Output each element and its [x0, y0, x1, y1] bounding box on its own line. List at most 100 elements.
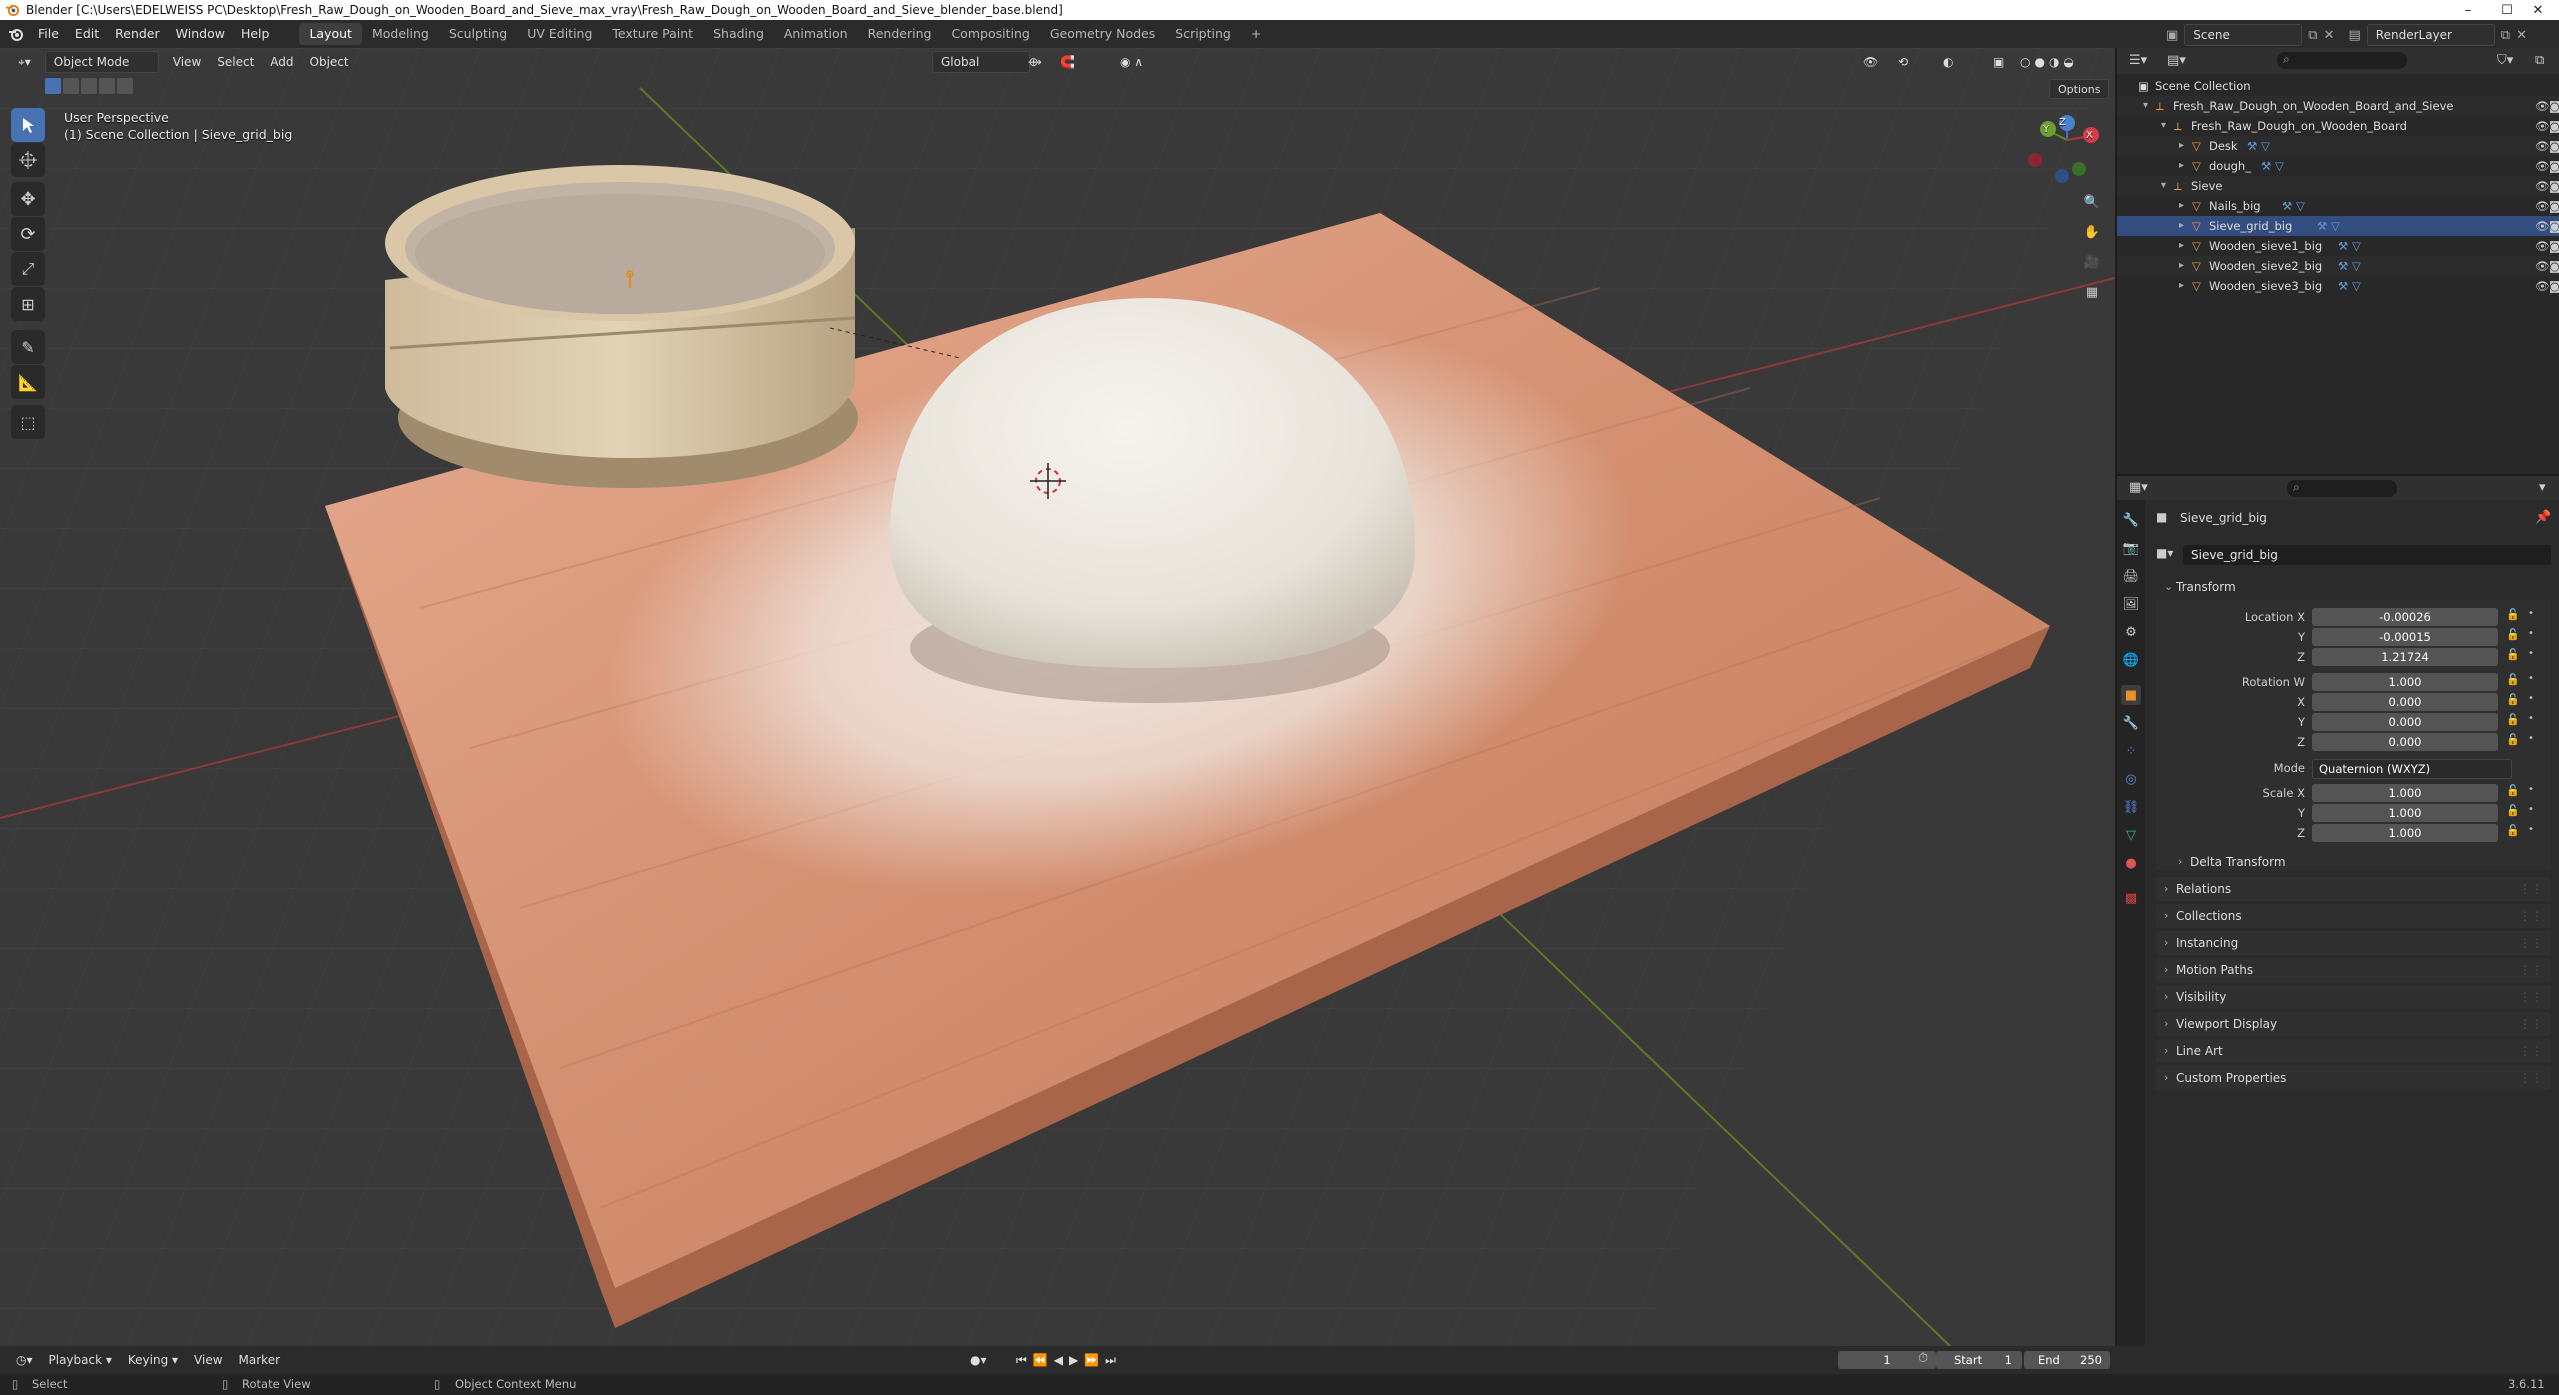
- outliner-row[interactable]: ▣ Scene Collection: [2117, 76, 2559, 96]
- select-intersect-icon[interactable]: [117, 78, 133, 94]
- keyframe-dot-icon[interactable]: •: [2528, 713, 2534, 724]
- playback-controls[interactable]: ⏮⏪◀▶⏩⏭: [1008, 1350, 1130, 1370]
- outliner-row[interactable]: ▸ ▽ Sieve_grid_big ⚒ ▽ 👁 ◙: [2117, 216, 2559, 236]
- drag-handle-icon[interactable]: ⋮⋮: [2519, 1012, 2543, 1036]
- lock-icon[interactable]: 🔓: [2506, 784, 2520, 797]
- expand-arrow-icon[interactable]: ▸: [2179, 256, 2184, 276]
- xray-icon[interactable]: ▣: [1985, 52, 2012, 72]
- timeline-playback-menu[interactable]: Playback ▾: [41, 1350, 120, 1370]
- menu-view[interactable]: View: [165, 52, 209, 72]
- record-icon[interactable]: ●▾: [962, 1350, 995, 1370]
- visibility-eye-icon[interactable]: 👁: [2535, 116, 2550, 136]
- proportional-edit-icon[interactable]: ◉ ∧: [1112, 52, 1151, 72]
- cursor-tool[interactable]: [11, 143, 45, 177]
- delta-transform-header[interactable]: › Delta Transform: [2170, 851, 2545, 873]
- tab-modeling[interactable]: Modeling: [362, 23, 439, 45]
- outliner-row[interactable]: ▸ ▽ Desk ⚒ ▽ 👁 ◙: [2117, 136, 2559, 156]
- drag-handle-icon[interactable]: ⋮⋮: [2519, 904, 2543, 928]
- rotation-x-field[interactable]: 0.000: [2312, 693, 2498, 711]
- menu-window[interactable]: Window: [168, 20, 233, 48]
- menu-object[interactable]: Object: [302, 52, 357, 72]
- overlay-toggle-icon[interactable]: ◐: [1935, 52, 1961, 72]
- tab-shading[interactable]: Shading: [703, 23, 774, 45]
- tab-scripting[interactable]: Scripting: [1165, 23, 1241, 45]
- modifier-data-icons[interactable]: ⚒ ▽: [2338, 276, 2361, 296]
- panel-header-custom-properties[interactable]: › Custom Properties ⋮⋮: [2156, 1066, 2551, 1090]
- rotation-z-field[interactable]: 0.000: [2312, 733, 2498, 751]
- measure-tool[interactable]: 📐: [11, 365, 45, 399]
- transform-tool[interactable]: ⊞: [11, 287, 45, 321]
- render-camera-icon[interactable]: ◙: [2549, 176, 2559, 196]
- gizmo-toggle-icon[interactable]: ⟲: [1890, 52, 1916, 72]
- keyframe-dot-icon[interactable]: •: [2528, 804, 2534, 815]
- visibility-eye-icon[interactable]: 👁: [2535, 156, 2550, 176]
- panel-header-viewport-display[interactable]: › Viewport Display ⋮⋮: [2156, 1012, 2551, 1036]
- visibility-eye-icon[interactable]: 👁: [2535, 276, 2550, 296]
- modifier-data-icons[interactable]: ⚒ ▽: [2261, 156, 2284, 176]
- render-camera-icon[interactable]: ◙: [2549, 196, 2559, 216]
- tool-tab-icon[interactable]: 🔧: [2121, 510, 2141, 530]
- editor-type-icon[interactable]: ⌖▾: [10, 52, 39, 72]
- outliner-row[interactable]: ▸ ▽ Wooden_sieve2_big ⚒ ▽ 👁 ◙: [2117, 256, 2559, 276]
- outliner-row[interactable]: ▾ ⟂ Fresh_Raw_Dough_on_Wooden_Board_and_Si…: [2117, 96, 2559, 116]
- keyframe-dot-icon[interactable]: •: [2528, 733, 2534, 744]
- timeline-view-menu[interactable]: View: [186, 1350, 230, 1370]
- drag-handle-icon[interactable]: ⋮⋮: [2519, 958, 2543, 982]
- timeline-marker-menu[interactable]: Marker: [231, 1350, 288, 1370]
- drag-handle-icon[interactable]: ⋮⋮: [2519, 1039, 2543, 1063]
- render-camera-icon[interactable]: ◙: [2549, 236, 2559, 256]
- blender-menu-icon[interactable]: [8, 26, 24, 42]
- menu-add[interactable]: Add: [262, 52, 301, 72]
- object-tab-icon[interactable]: ■: [2121, 685, 2141, 705]
- lock-icon[interactable]: 🔓: [2506, 824, 2520, 837]
- material-tab-icon[interactable]: ●: [2121, 853, 2141, 873]
- keyframe-dot-icon[interactable]: •: [2528, 673, 2534, 684]
- annotate-tool[interactable]: ✎: [11, 330, 45, 364]
- zoom-icon[interactable]: 🔍: [2081, 195, 2103, 217]
- new-layer-icon[interactable]: ⧉: [2501, 28, 2510, 43]
- properties-search-input[interactable]: ⌕: [2287, 480, 2397, 497]
- tab-texture-paint[interactable]: Texture Paint: [602, 23, 703, 45]
- outliner-row[interactable]: ▾ ⟂ Fresh_Raw_Dough_on_Wooden_Board 👁 ◙: [2117, 116, 2559, 136]
- drag-handle-icon[interactable]: ⋮⋮: [2519, 1066, 2543, 1090]
- location-x-field[interactable]: -0.00026: [2312, 608, 2498, 626]
- lock-icon[interactable]: 🔓: [2506, 608, 2520, 621]
- rotation-y-field[interactable]: 0.000: [2312, 713, 2498, 731]
- outliner-row[interactable]: ▸ ▽ Nails_big ⚒ ▽ 👁 ◙: [2117, 196, 2559, 216]
- collapse-arrow-icon[interactable]: ▾: [2161, 116, 2166, 136]
- rotation-mode-dropdown[interactable]: Quaternion (WXYZ): [2312, 759, 2512, 779]
- visibility-eye-icon[interactable]: 👁: [2535, 176, 2550, 196]
- visibility-eye-icon[interactable]: 👁: [2535, 136, 2550, 156]
- shading-modes[interactable]: ○●◑◒: [2012, 52, 2086, 72]
- pin-icon[interactable]: 📌: [2535, 510, 2551, 525]
- orientation-selector[interactable]: Global: [932, 51, 1030, 73]
- tab-layout[interactable]: Layout: [299, 23, 362, 45]
- pan-hand-icon[interactable]: ✋: [2081, 225, 2103, 247]
- drag-handle-icon[interactable]: ⋮⋮: [2519, 985, 2543, 1009]
- rotate-tool[interactable]: ⟳: [11, 217, 45, 251]
- lock-icon[interactable]: 🔓: [2506, 713, 2520, 726]
- mode-selector[interactable]: Object Mode: [44, 51, 159, 73]
- modifier-data-icons[interactable]: ⚒ ▽: [2247, 136, 2270, 156]
- move-tool[interactable]: ✥: [11, 182, 45, 216]
- tab-uv-editing[interactable]: UV Editing: [517, 23, 602, 45]
- panel-header-instancing[interactable]: › Instancing ⋮⋮: [2156, 931, 2551, 955]
- panel-header-relations[interactable]: › Relations ⋮⋮: [2156, 877, 2551, 901]
- view-layer-tab-icon[interactable]: 🖼: [2121, 594, 2141, 614]
- tab-animation[interactable]: Animation: [774, 23, 858, 45]
- output-tab-icon[interactable]: 🖨: [2121, 566, 2141, 586]
- visibility-eye-icon[interactable]: 👁: [2535, 196, 2550, 216]
- lock-icon[interactable]: 🔓: [2506, 693, 2520, 706]
- lock-icon[interactable]: 🔓: [2506, 628, 2520, 641]
- display-mode-icon[interactable]: ▤▾: [2167, 53, 2186, 68]
- snap-icon[interactable]: 🧲: [1052, 52, 1083, 72]
- start-frame-field[interactable]: Start 1: [1936, 1351, 2022, 1369]
- options-button[interactable]: Options: [2049, 79, 2110, 99]
- lock-icon[interactable]: 🔓: [2506, 733, 2520, 746]
- constraints-tab-icon[interactable]: ⛓: [2121, 797, 2141, 817]
- panel-header-motion-paths[interactable]: › Motion Paths ⋮⋮: [2156, 958, 2551, 982]
- add-workspace-button[interactable]: +: [1241, 23, 1271, 45]
- modifier-data-icons[interactable]: ⚒ ▽: [2338, 256, 2361, 276]
- visibility-eye-icon[interactable]: 👁: [2535, 236, 2550, 256]
- collapse-arrow-icon[interactable]: ▾: [2143, 96, 2148, 116]
